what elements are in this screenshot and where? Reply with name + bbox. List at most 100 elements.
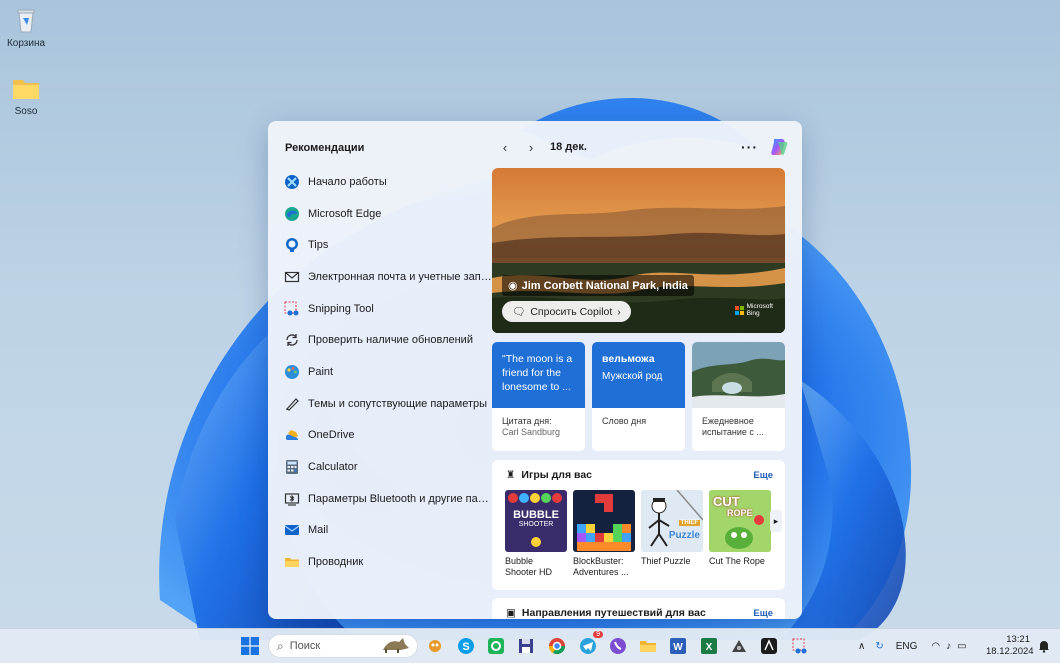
desktop-icon-label: Soso [14,106,38,117]
taskbar-clock[interactable]: 13:21 18.12.2024 [986,634,1034,658]
rec-item-check-updates[interactable]: Проверить наличие обновлений [284,324,492,356]
hero-image-card[interactable]: ◉ Jim Corbett National Park, India 🗨 Спр… [492,168,785,333]
svg-text:X: X [706,642,713,653]
rec-item-themes[interactable]: Темы и сопутствующие параметры [284,388,492,420]
snipping-tool-icon [284,301,300,317]
mail-icon [284,522,300,538]
widgets-topbar: ‹ › 18 дек. ··· [492,133,790,161]
ask-copilot-label: Спросить Copilot [530,305,613,318]
app-icon-dark[interactable] [729,636,749,656]
rec-item-file-explorer[interactable]: Проводник [284,546,492,578]
daily-challenge-card[interactable]: Ежедневное испытание с ... [692,342,785,451]
chevron-up-icon[interactable]: ∧ [858,641,865,652]
rec-item-edge[interactable]: Microsoft Edge [284,198,492,230]
rec-item-label: OneDrive [308,429,355,442]
rec-item-calculator[interactable]: Calculator [284,451,492,483]
rec-item-onedrive[interactable]: OneDrive [284,420,492,452]
start-button[interactable] [240,636,260,656]
game-name: Bubble Shooter HD [505,556,553,577]
search-icon: ⌕ [277,638,284,653]
search-highlight-icon [381,636,411,657]
recycle-bin-icon [11,5,41,35]
more-options-button[interactable]: ··· [741,139,758,155]
volume-icon[interactable]: ♪ [946,641,951,652]
rec-item-label: Проверить наличие обновлений [308,334,473,347]
telegram-icon[interactable]: 9 [578,631,603,656]
game-thumbnail: BUBBLE SHOOTER [505,490,567,552]
word-icon[interactable]: W [668,636,688,656]
rec-item-snipping-tool[interactable]: Snipping Tool [284,293,492,325]
rec-item-paint[interactable]: Paint [284,356,492,388]
excel-icon[interactable]: X [699,636,719,656]
chrome-icon[interactable] [547,636,567,656]
word-of-day-card[interactable]: вельможа Мужской род Слово дня [592,342,685,451]
search-placeholder: Поиск [289,640,321,652]
file-explorer-icon [284,554,300,570]
rec-item-mail[interactable]: Mail [284,515,492,547]
file-explorer-taskbar-icon[interactable] [638,636,658,656]
chevron-right-icon: ▸ [773,515,779,526]
next-button[interactable]: › [518,134,544,160]
word-gender: Мужской род [602,371,663,382]
rec-item-label: Начало работы [308,175,387,188]
previous-button[interactable]: ‹ [492,134,518,160]
games-more-link[interactable]: Еще [753,470,773,481]
luggage-icon: ▣ [506,607,516,619]
word-title: вельможа [602,353,655,365]
rec-item-label: Параметры Bluetooth и другие пара... [308,492,492,505]
game-bubble-shooter[interactable]: BUBBLE SHOOTER Bubble Shooter HD [505,490,567,578]
widgets-icon[interactable] [425,636,445,656]
app-icon-black[interactable] [759,636,779,656]
viber-icon[interactable] [608,636,628,656]
widgets-date: 18 дек. [550,141,587,153]
game-thumbnail: THIEF Puzzle [641,490,703,552]
game-blockbuster[interactable]: BlockBuster: Adventures ... [573,490,635,578]
language-indicator[interactable]: ENG [896,641,918,652]
travel-section: ▣ Направления путешествий для вас Еще [492,598,785,619]
game-thief-puzzle[interactable]: THIEF Puzzle Thief Puzzle [641,490,703,567]
quote-text: "The moon is a friend for the lonesome t… [492,342,585,408]
calculator-icon [284,459,300,475]
desktop-icon-folder[interactable]: Soso [0,73,52,117]
travel-more-link[interactable]: Еще [753,608,773,619]
chat-icon: 🗨 [512,306,526,318]
rec-item-label: Mail [308,524,329,537]
game-name: Thief Puzzle [641,556,691,566]
copilot-icon[interactable] [768,136,790,158]
gamepad-icon: ♜ [506,469,516,481]
edge-icon [284,206,300,222]
svg-text:S: S [462,641,469,653]
app-icon-green[interactable] [486,636,506,656]
sync-icon[interactable]: ↻ [875,641,883,652]
save-app-icon[interactable] [516,636,536,656]
skype-icon[interactable]: S [456,636,476,656]
rec-item-label: Темы и сопутствующие параметры [308,397,488,410]
notifications-bell-icon[interactable] [1034,636,1054,656]
ask-copilot-button[interactable]: 🗨 Спросить Copilot › [502,301,631,322]
game-thumbnail [573,490,635,552]
scroll-right-button[interactable]: ▸ [770,510,782,532]
location-badge[interactable]: ◉ Jim Corbett National Park, India [502,275,694,296]
desktop-icon-label: Корзина [6,38,46,49]
rec-item-get-started[interactable]: Начало работы [284,166,492,198]
rec-item-tips[interactable]: Tips [284,229,492,261]
quote-label: Цитата дня: [502,416,552,426]
game-cut-the-rope[interactable]: CUT ROPE Cut The Rope [709,490,771,567]
wifi-icon[interactable]: ◠ [931,641,940,652]
recommendations-list: Начало работы Microsoft Edge Tips Электр… [284,166,492,578]
rec-item-bluetooth-settings[interactable]: Параметры Bluetooth и другие пара... [284,483,492,515]
rec-item-label: Snipping Tool [308,302,374,315]
battery-icon[interactable]: ▭ [957,641,966,652]
snipping-tool-taskbar-icon[interactable] [790,636,810,656]
quote-card[interactable]: "The moon is a friend for the lonesome t… [492,342,585,451]
notification-badge: 9 [593,631,603,638]
taskbar-search[interactable]: ⌕ Поиск [268,634,418,658]
rec-item-mail-accounts[interactable]: Электронная почта и учетные записи [284,261,492,293]
location-label: Jim Corbett National Park, India [521,279,688,292]
widgets-panel: Рекомендации Начало работы Microsoft Edg… [268,121,802,619]
desktop-icon-recycle-bin[interactable]: Корзина [0,5,52,49]
bluetooth-settings-icon [284,491,300,507]
onedrive-icon [284,427,300,443]
chevron-left-icon: ‹ [502,139,508,155]
travel-title: Направления путешествий для вас [521,607,706,619]
